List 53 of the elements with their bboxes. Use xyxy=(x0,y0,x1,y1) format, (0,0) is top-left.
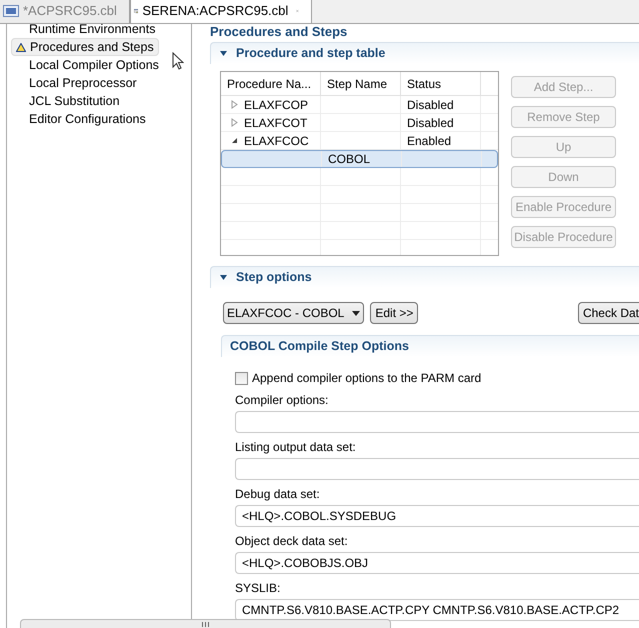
editor-tab[interactable]: SERENA:ACPSRC95.cbl xyxy=(130,0,312,23)
table-row[interactable]: COBOL xyxy=(221,150,498,168)
edit-button[interactable]: Edit >> xyxy=(370,302,418,324)
page-title: Procedures and Steps xyxy=(210,24,348,39)
tab-label: SERENA:ACPSRC95.cbl xyxy=(142,2,288,20)
checkbox[interactable] xyxy=(235,372,248,384)
field-label: Object deck data set: xyxy=(235,533,349,548)
file-icon xyxy=(3,5,19,17)
dropdown-arrow-icon xyxy=(352,310,360,316)
section-title: Step options xyxy=(236,269,312,286)
text-field[interactable]: <HLQ>.COBOL.SYSDEBUG xyxy=(235,505,639,527)
expanded-icon[interactable] xyxy=(231,137,238,144)
sidebar-item[interactable]: Editor Configurations xyxy=(11,110,187,128)
table-cell: Enabled xyxy=(401,132,481,149)
sidebar-item[interactable]: Local Preprocessor xyxy=(11,74,187,92)
horizontal-scrollbar[interactable] xyxy=(20,619,391,628)
sidebar-item[interactable]: Runtime Environments xyxy=(11,20,187,38)
tab-label: *ACPSRC95.cbl xyxy=(23,2,117,20)
collapse-icon[interactable] xyxy=(219,273,228,282)
sidebar-item[interactable]: JCL Substitution xyxy=(11,92,187,110)
column-header[interactable]: Status xyxy=(401,72,481,95)
text-field[interactable]: <HLQ>.COBOBJS.OBJ xyxy=(235,552,639,574)
table-row[interactable]: ELAXFCOT Disabled xyxy=(221,114,498,132)
table-cell: ELAXFCOT xyxy=(221,114,321,131)
table-row[interactable]: ELAXFCOP Disabled xyxy=(221,96,498,114)
section-header[interactable]: Procedure and step table xyxy=(210,42,639,64)
field-label: Compiler options: xyxy=(235,392,330,407)
table-cell: Disabled xyxy=(401,114,481,131)
check-button[interactable]: Check Dat xyxy=(578,302,639,324)
sidebar-item[interactable]: Procedures and Steps xyxy=(11,38,159,56)
column-header[interactable]: Procedure Na... xyxy=(221,72,321,95)
table-cell: Disabled xyxy=(401,96,481,113)
warning-icon xyxy=(16,43,26,52)
grip-icon xyxy=(202,622,209,627)
mouse-pointer-icon xyxy=(172,52,184,70)
step-dropdown[interactable]: ELAXFCOC - COBOL xyxy=(223,302,364,324)
table-cell: COBOL xyxy=(322,151,402,167)
table-cell: ELAXFCOC xyxy=(221,132,321,149)
section-header[interactable]: COBOL Compile Step Options xyxy=(221,335,639,357)
field-label: SYSLIB: xyxy=(235,580,282,595)
section-header[interactable]: Step options xyxy=(210,266,639,288)
collapse-icon[interactable] xyxy=(219,49,228,58)
column-header[interactable]: Step Name xyxy=(321,72,401,95)
text-field[interactable] xyxy=(235,411,639,433)
text-field[interactable] xyxy=(235,458,639,480)
sidebar-item[interactable]: Local Compiler Options xyxy=(11,56,187,74)
field-label: Debug data set: xyxy=(235,486,321,501)
table-cell: ELAXFCOP xyxy=(221,96,321,113)
checkbox-label: Append compiler options to the PARM card xyxy=(252,370,482,387)
section-title: Procedure and step table xyxy=(236,45,386,62)
append-checkbox-row[interactable]: Append compiler options to the PARM card xyxy=(235,370,639,386)
section-title: COBOL Compile Step Options xyxy=(230,338,409,356)
field-label: Listing output data set: xyxy=(235,439,357,454)
